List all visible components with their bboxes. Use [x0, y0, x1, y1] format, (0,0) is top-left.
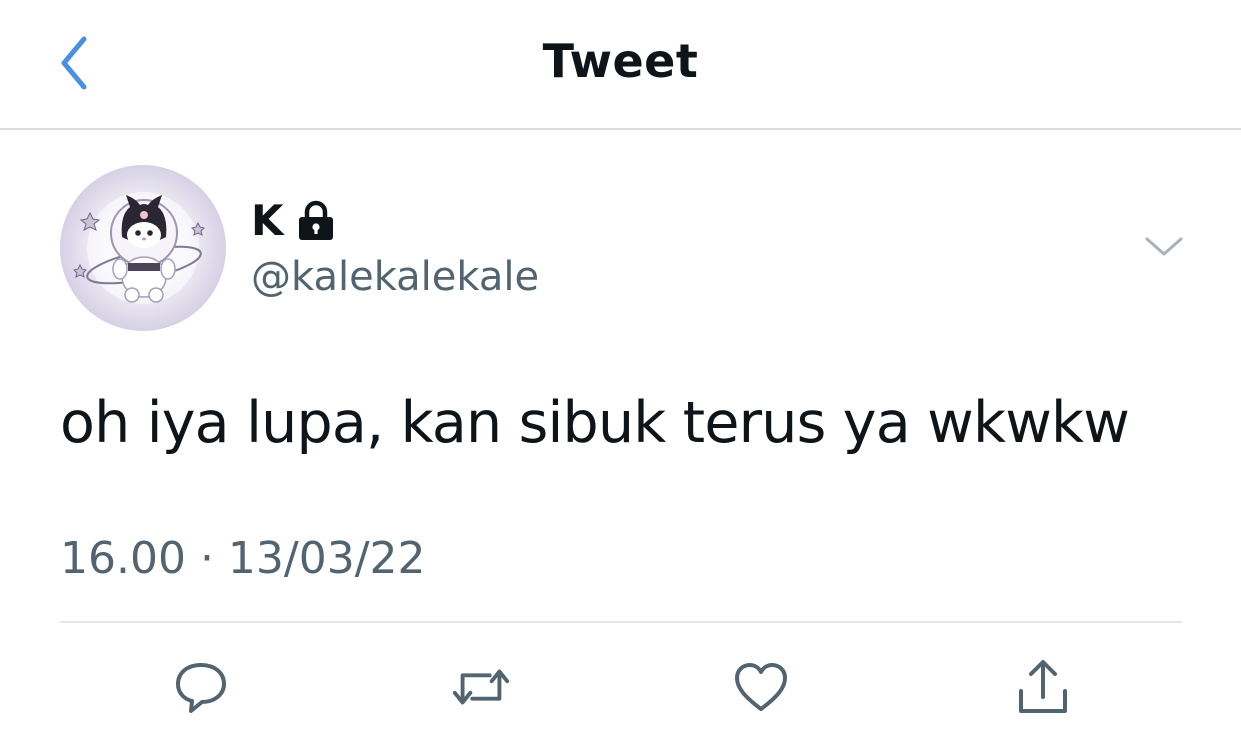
share-button[interactable]: [1011, 655, 1075, 719]
retweet-button[interactable]: [449, 655, 513, 719]
retweet-icon: [452, 669, 510, 705]
avatar[interactable]: [60, 165, 226, 331]
user-name-row[interactable]: K: [251, 196, 338, 245]
avatar-image: [73, 192, 205, 304]
user-handle[interactable]: @kalekalekale: [251, 254, 539, 300]
chevron-down-icon: [1145, 237, 1183, 256]
top-nav-bar: Tweet: [0, 0, 1241, 130]
lock-icon: [294, 199, 338, 243]
page-title: Tweet: [542, 34, 699, 88]
reply-button[interactable]: [169, 655, 233, 719]
more-options-button[interactable]: [1142, 230, 1186, 264]
divider: [60, 621, 1182, 623]
reply-icon: [176, 663, 226, 713]
share-icon: [1019, 660, 1067, 713]
like-button[interactable]: [729, 655, 793, 719]
tweet-timestamp: 16.00 · 13/03/22: [60, 533, 426, 584]
display-name: K: [251, 196, 284, 245]
heart-icon: [735, 663, 787, 711]
tweet-text: oh iya lupa, kan sibuk terus ya wkwkw: [60, 390, 1130, 456]
tweet-detail-screen: Tweet K @kalekalekale oh iya lupa, kan s…: [0, 0, 1241, 740]
